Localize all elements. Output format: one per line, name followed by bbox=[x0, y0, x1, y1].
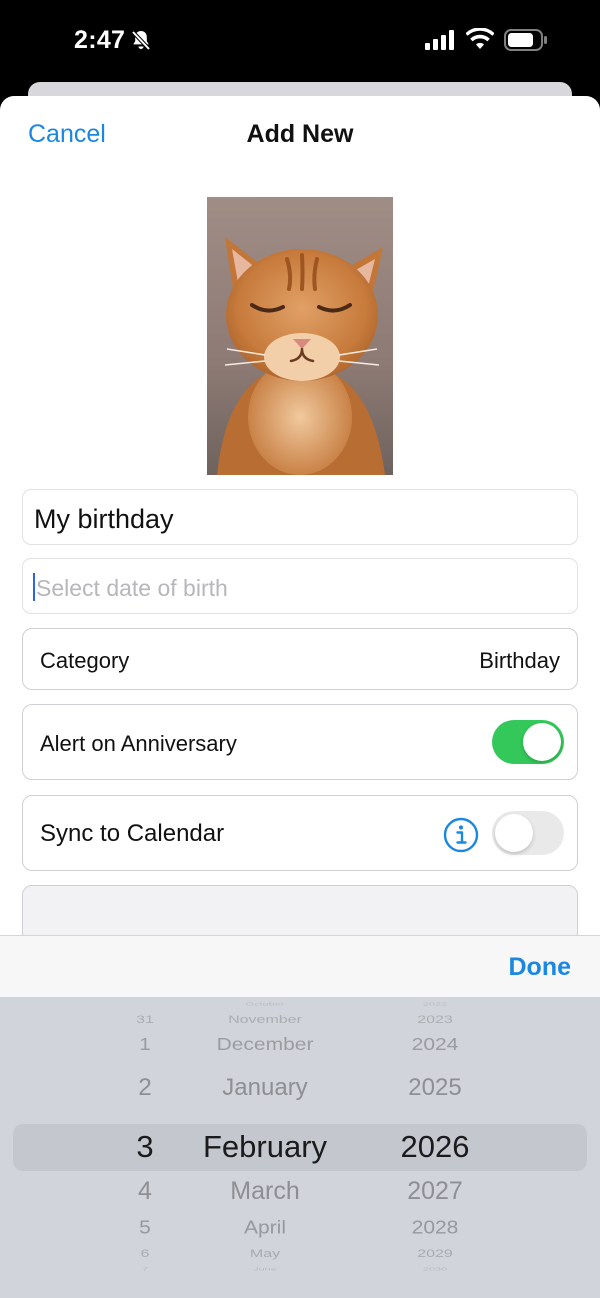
picker-item[interactable]: March bbox=[175, 1177, 355, 1206]
picker-selected-item[interactable]: 3 bbox=[105, 1129, 185, 1165]
battery-icon bbox=[504, 29, 547, 51]
cat-photo[interactable] bbox=[207, 197, 393, 475]
year-wheel[interactable]: 2022 2023 2024 2025 2026 2027 2028 2029 2030 bbox=[360, 997, 510, 1298]
picker-item[interactable]: 1 bbox=[105, 1035, 185, 1055]
category-row[interactable]: Category Birthday bbox=[22, 628, 578, 690]
picker-item[interactable]: 4 bbox=[105, 1177, 185, 1206]
picker-item[interactable]: May bbox=[175, 1248, 355, 1261]
toggle-knob bbox=[495, 814, 533, 852]
alert-row: Alert on Anniversary bbox=[22, 704, 578, 780]
picker-item[interactable]: November bbox=[175, 1014, 355, 1027]
picker-item[interactable]: 2022 bbox=[360, 1001, 510, 1006]
picker-item[interactable]: 2030 bbox=[360, 1266, 510, 1271]
status-bar: 2:47 bbox=[0, 0, 600, 82]
month-wheel[interactable]: October November December January February Ma… bbox=[175, 997, 355, 1298]
sync-row: Sync to Calendar bbox=[22, 795, 578, 871]
picker-item[interactable]: December bbox=[175, 1035, 355, 1055]
picker-selected-item[interactable]: 2026 bbox=[360, 1129, 510, 1165]
bell-slash-icon bbox=[131, 30, 151, 51]
sync-toggle[interactable] bbox=[492, 811, 564, 855]
cellular-signal-icon bbox=[425, 30, 454, 50]
picker-item[interactable]: October bbox=[175, 1001, 355, 1006]
picker-item[interactable]: 6 bbox=[105, 1248, 185, 1261]
cancel-button[interactable]: Cancel bbox=[28, 120, 106, 149]
picker-item[interactable]: 5 bbox=[105, 1217, 185, 1239]
picker-selected-item[interactable]: February bbox=[175, 1129, 355, 1165]
picker-item[interactable]: 2027 bbox=[360, 1177, 510, 1206]
picker-item[interactable]: 2023 bbox=[360, 1014, 510, 1027]
picker-item[interactable]: 2 bbox=[105, 1074, 185, 1102]
date-placeholder: Select date of birth bbox=[36, 575, 228, 601]
day-wheel[interactable]: 31 1 2 3 4 5 6 7 bbox=[105, 997, 185, 1298]
picker-item[interactable]: June bbox=[175, 1266, 355, 1271]
name-field[interactable]: My birthday bbox=[22, 489, 578, 545]
picker-item[interactable]: 2024 bbox=[360, 1035, 510, 1055]
alert-label: Alert on Anniversary bbox=[40, 731, 237, 756]
date-of-birth-field[interactable]: Select date of birth bbox=[22, 558, 578, 614]
toggle-knob bbox=[523, 723, 561, 761]
picker-toolbar: Done bbox=[0, 935, 600, 997]
category-label: Category bbox=[40, 648, 130, 673]
text-cursor bbox=[33, 573, 35, 601]
picker-item[interactable]: 31 bbox=[105, 1014, 185, 1027]
wifi-icon bbox=[466, 28, 494, 49]
name-value: My birthday bbox=[34, 504, 174, 534]
picker-item[interactable]: January bbox=[175, 1074, 355, 1102]
alert-toggle[interactable] bbox=[492, 720, 564, 764]
picker-item[interactable]: 2029 bbox=[360, 1248, 510, 1261]
sync-label: Sync to Calendar bbox=[40, 820, 225, 847]
picker-item[interactable]: 2025 bbox=[360, 1074, 510, 1102]
done-button[interactable]: Done bbox=[509, 953, 572, 982]
category-value: Birthday bbox=[479, 648, 560, 673]
picker-item[interactable]: 2028 bbox=[360, 1217, 510, 1239]
info-icon[interactable] bbox=[443, 817, 479, 853]
status-time: 2:47 bbox=[74, 26, 126, 54]
date-picker[interactable]: 31 1 2 3 4 5 6 7 October November December January… bbox=[0, 997, 600, 1298]
picker-item[interactable]: 7 bbox=[105, 1266, 185, 1271]
cat-photo-art bbox=[217, 237, 385, 475]
picker-item[interactable]: April bbox=[175, 1217, 355, 1239]
